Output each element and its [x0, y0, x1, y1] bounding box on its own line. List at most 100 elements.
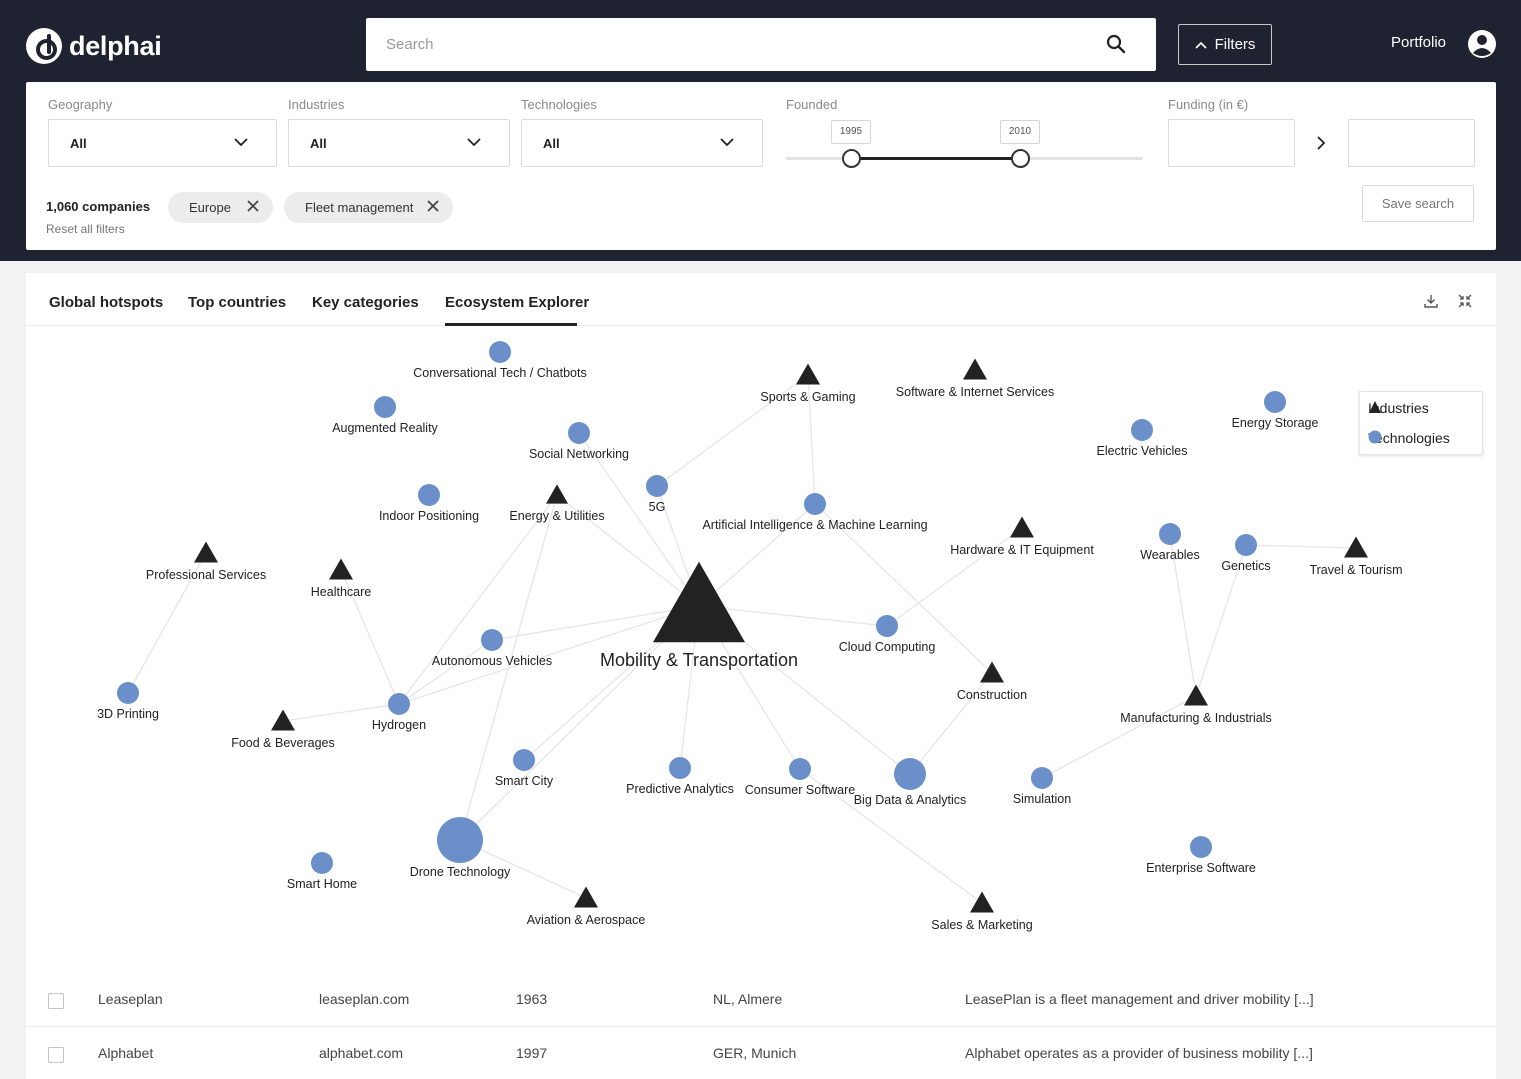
graph-node-autonomous[interactable]: Autonomous Vehicles [432, 629, 552, 668]
graph-node-hydrogen[interactable]: Hydrogen [372, 693, 426, 732]
technology-node-marker[interactable] [646, 475, 668, 497]
graph-node-hardware[interactable]: Hardware & IT Equipment [950, 516, 1094, 557]
technology-node-marker[interactable] [669, 757, 691, 779]
tab-global-hotspots[interactable]: Global hotspots [49, 294, 163, 311]
funding-max-input[interactable] [1348, 119, 1475, 167]
industry-node-marker[interactable] [546, 484, 568, 504]
table-row[interactable]: Leaseplan leaseplan.com 1963 NL, Almere … [26, 973, 1496, 1026]
company-domain[interactable]: alphabet.com [319, 1045, 403, 1061]
graph-node-construction[interactable]: Construction [957, 661, 1027, 702]
industry-node-marker[interactable] [329, 558, 353, 580]
technology-node-marker[interactable] [804, 493, 826, 515]
graph-node-electric[interactable]: Electric Vehicles [1096, 419, 1188, 458]
founded-slider-track[interactable] [786, 157, 1143, 160]
graph-node-aiml[interactable]: Artificial Intelligence & Machine Learni… [702, 493, 928, 532]
save-search-button[interactable]: Save search [1362, 185, 1474, 222]
technology-node-marker[interactable] [876, 615, 898, 637]
graph-node-predictive[interactable]: Predictive Analytics [626, 757, 734, 796]
technologies-select[interactable]: All [521, 119, 763, 167]
industry-node-marker[interactable] [1184, 684, 1208, 706]
tab-key-categories[interactable]: Key categories [312, 294, 419, 311]
row-checkbox[interactable] [48, 993, 64, 1009]
graph-node-simulation[interactable]: Simulation [1013, 767, 1071, 806]
graph-node-ar[interactable]: Augmented Reality [332, 396, 439, 435]
technology-node-marker[interactable] [1031, 767, 1053, 789]
graph-node-aviation[interactable]: Aviation & Aerospace [527, 886, 646, 927]
graph-node-storage[interactable]: Energy Storage [1232, 391, 1319, 430]
row-checkbox[interactable] [48, 1047, 64, 1063]
graph-node-mobility[interactable]: Mobility & Transportation [600, 561, 798, 670]
industry-node-marker[interactable] [1010, 516, 1034, 538]
tab-ecosystem-explorer[interactable]: Ecosystem Explorer [445, 294, 589, 311]
industry-node-marker[interactable] [970, 891, 994, 913]
graph-node-drone[interactable]: Drone Technology [410, 817, 511, 879]
close-icon[interactable] [247, 200, 259, 212]
user-avatar-icon[interactable] [1467, 29, 1497, 59]
filters-button[interactable]: Filters [1178, 24, 1272, 65]
search-icon[interactable] [1106, 34, 1126, 54]
graph-node-consumer[interactable]: Consumer Software [745, 758, 856, 797]
geography-select[interactable]: All [48, 119, 277, 167]
technology-node-marker[interactable] [568, 422, 590, 444]
graph-node-travel[interactable]: Travel & Tourism [1309, 536, 1403, 577]
technology-node-marker[interactable] [311, 852, 333, 874]
technology-node-marker[interactable] [1264, 391, 1286, 413]
technology-node-marker[interactable] [1235, 534, 1257, 556]
technology-node-marker[interactable] [374, 396, 396, 418]
technology-node-marker[interactable] [388, 693, 410, 715]
graph-node-smartcity[interactable]: Smart City [495, 749, 554, 788]
technology-node-marker[interactable] [117, 682, 139, 704]
industry-node-marker[interactable] [1344, 536, 1368, 558]
graph-node-conv[interactable]: Conversational Tech / Chatbots [413, 341, 587, 380]
search-input[interactable] [386, 18, 1086, 71]
graph-node-sports[interactable]: Sports & Gaming [760, 363, 856, 404]
industry-node-marker[interactable] [796, 363, 820, 385]
graph-node-smarthome[interactable]: Smart Home [287, 852, 357, 891]
technology-node-marker[interactable] [437, 817, 483, 863]
graph-node-manufacturing[interactable]: Manufacturing & Industrials [1120, 684, 1272, 725]
technology-node-marker[interactable] [1159, 523, 1181, 545]
graph-node-software[interactable]: Software & Internet Services [896, 358, 1054, 399]
company-name[interactable]: Alphabet [98, 1045, 153, 1061]
close-icon[interactable] [427, 200, 439, 212]
graph-node-fiveg[interactable]: 5G [646, 475, 668, 514]
graph-node-enterprise[interactable]: Enterprise Software [1146, 836, 1256, 875]
founded-min-handle[interactable] [842, 149, 861, 168]
collapse-icon[interactable] [1458, 294, 1472, 308]
legend-industries[interactable]: Industries [1368, 400, 1429, 416]
technology-node-marker[interactable] [894, 758, 926, 790]
technology-node-marker[interactable] [481, 629, 503, 651]
company-name[interactable]: Leaseplan [98, 991, 163, 1007]
graph-node-indoor[interactable]: Indoor Positioning [379, 484, 479, 523]
graph-node-health[interactable]: Healthcare [311, 558, 371, 599]
tab-top-countries[interactable]: Top countries [188, 294, 286, 311]
technology-node-marker[interactable] [418, 484, 440, 506]
graph-node-sales[interactable]: Sales & Marketing [931, 891, 1033, 932]
graph-node-energyu[interactable]: Energy & Utilities [509, 484, 605, 523]
download-icon[interactable] [1424, 294, 1438, 308]
logo[interactable]: delphai [26, 28, 162, 64]
graph-node-social[interactable]: Social Networking [529, 422, 629, 461]
graph-node-cloud[interactable]: Cloud Computing [839, 615, 936, 654]
company-domain[interactable]: leaseplan.com [319, 991, 409, 1007]
technology-node-marker[interactable] [789, 758, 811, 780]
reset-filters-link[interactable]: Reset all filters [46, 222, 125, 236]
graph-node-print3d[interactable]: 3D Printing [97, 682, 159, 721]
funding-min-input[interactable] [1168, 119, 1295, 167]
legend-technologies[interactable]: Technologies [1368, 430, 1450, 446]
graph-node-genetics[interactable]: Genetics [1221, 534, 1271, 573]
industry-node-marker[interactable] [194, 541, 218, 563]
industry-node-marker[interactable] [574, 886, 598, 908]
industry-node-marker[interactable] [963, 358, 987, 380]
industries-select[interactable]: All [288, 119, 510, 167]
graph-node-bigdata[interactable]: Big Data & Analytics [854, 758, 967, 807]
graph-node-profserv[interactable]: Professional Services [146, 541, 266, 582]
industry-node-marker[interactable] [653, 561, 745, 643]
table-row[interactable]: Alphabet alphabet.com 1997 GER, Munich A… [26, 1026, 1496, 1079]
technology-node-marker[interactable] [489, 341, 511, 363]
portfolio-link[interactable]: Portfolio [1391, 34, 1446, 51]
technology-node-marker[interactable] [1131, 419, 1153, 441]
technology-node-marker[interactable] [1190, 836, 1212, 858]
technology-node-marker[interactable] [513, 749, 535, 771]
graph-node-wearables[interactable]: Wearables [1140, 523, 1200, 562]
